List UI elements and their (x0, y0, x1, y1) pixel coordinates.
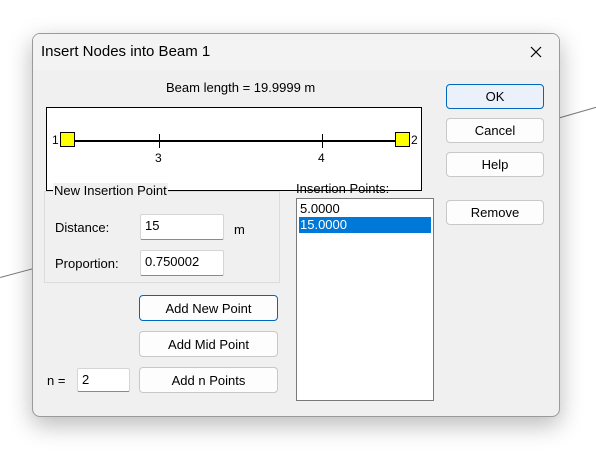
insertion-points-list[interactable]: 5.0000 15.0000 (296, 198, 434, 401)
beam-diagram: 1 2 3 4 (46, 107, 422, 191)
beam-node-end (395, 132, 410, 147)
beam-node-start (60, 132, 75, 147)
cancel-button[interactable]: Cancel (446, 118, 544, 143)
background-line (0, 268, 34, 278)
add-mid-point-button[interactable]: Add Mid Point (139, 331, 278, 357)
list-item-selected[interactable]: 15.0000 (299, 217, 431, 233)
help-button[interactable]: Help (446, 152, 544, 177)
beam-length-label: Beam length = 19.9999 m (166, 80, 316, 95)
beam-tick-2 (322, 134, 323, 148)
insert-nodes-dialog: Insert Nodes into Beam 1 Beam length = 1… (32, 33, 560, 417)
title-bar: Insert Nodes into Beam 1 (33, 34, 559, 70)
new-insertion-point-label: New Insertion Point (53, 183, 168, 198)
n-field[interactable]: 2 (77, 368, 130, 392)
add-new-point-button[interactable]: Add New Point (139, 295, 278, 321)
remove-button[interactable]: Remove (446, 200, 544, 225)
list-item[interactable]: 5.0000 (299, 201, 431, 217)
distance-label: Distance: (55, 220, 110, 235)
beam-tick-label-2: 4 (318, 151, 325, 165)
close-button[interactable] (513, 34, 559, 70)
beam-tick-label-1: 3 (155, 151, 162, 165)
beam-node-end-label: 2 (411, 133, 418, 147)
close-icon (530, 46, 542, 58)
background-line (557, 106, 596, 119)
insertion-points-label: Insertion Points: (296, 181, 390, 196)
dialog-title: Insert Nodes into Beam 1 (41, 43, 211, 60)
distance-field[interactable]: 15 (140, 214, 224, 240)
n-label: n = (47, 373, 66, 388)
distance-unit: m (234, 222, 245, 237)
beam-tick-1 (159, 134, 160, 148)
proportion-label: Proportion: (55, 256, 119, 271)
add-n-points-button[interactable]: Add n Points (139, 367, 278, 393)
beam-line (73, 140, 397, 142)
beam-node-start-label: 1 (52, 133, 59, 147)
ok-button[interactable]: OK (446, 84, 544, 109)
proportion-field[interactable]: 0.750002 (140, 250, 224, 276)
